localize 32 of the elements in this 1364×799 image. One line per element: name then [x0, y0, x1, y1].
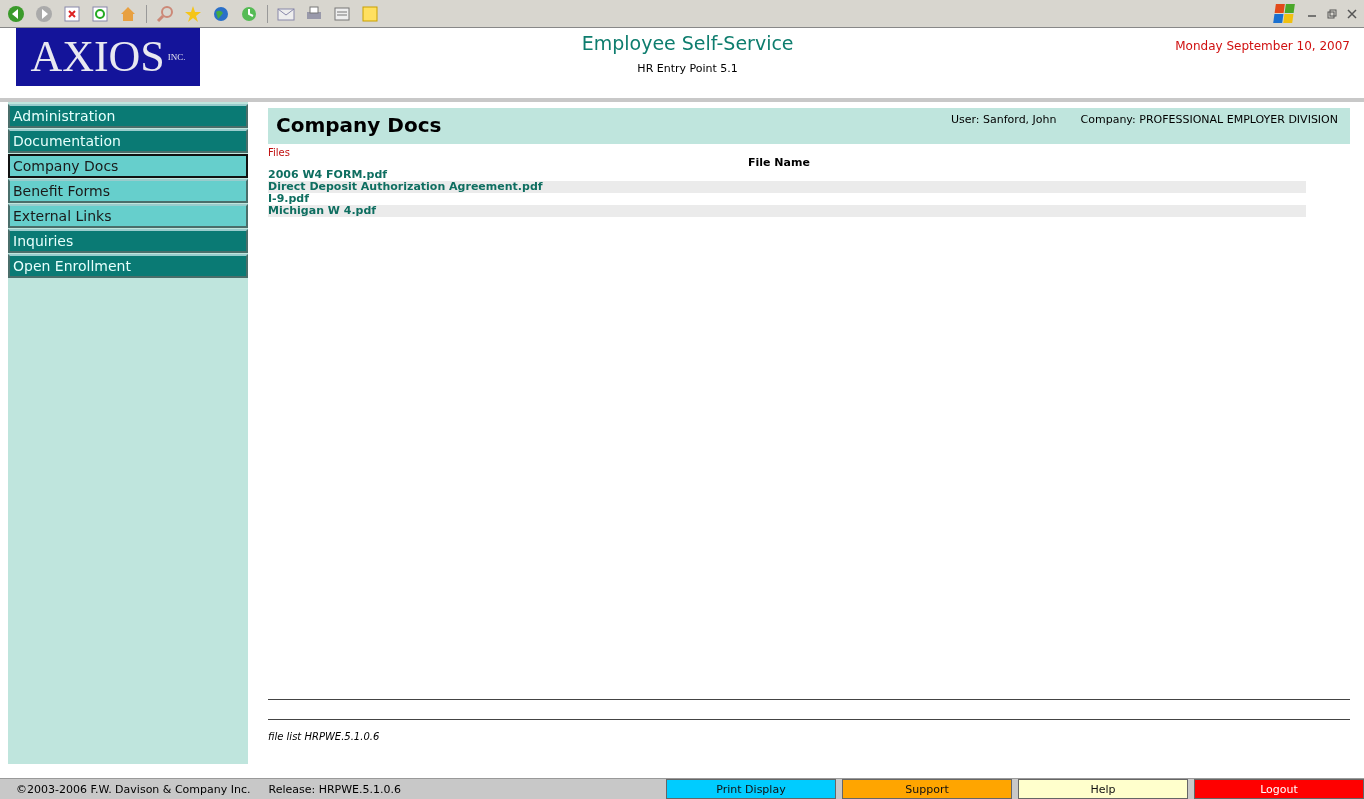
- section-label: Files: [268, 147, 291, 158]
- sidebar-item[interactable]: Inquiries: [8, 229, 248, 253]
- refresh-icon[interactable]: [90, 3, 110, 24]
- restore-icon[interactable]: [1326, 7, 1338, 20]
- footer-button[interactable]: Support: [842, 779, 1012, 799]
- app-subtitle: HR Entry Point 5.1: [637, 62, 738, 75]
- sidebar-item[interactable]: Administration: [8, 104, 248, 128]
- sidebar-item[interactable]: Benefit Forms: [8, 179, 248, 203]
- file-link[interactable]: I-9.pdf: [268, 193, 1306, 205]
- company-label: Company: PROFESSIONAL EMPLOYER DIVISION: [1080, 113, 1338, 126]
- app-title: Employee Self-Service: [581, 32, 794, 54]
- sidebar-item[interactable]: Company Docs: [8, 154, 248, 178]
- release-text: Release: HRPWE.5.1.0.6: [268, 782, 402, 796]
- current-date: Monday September 10, 2007: [1175, 39, 1350, 55]
- footer-button[interactable]: Print Display: [666, 779, 836, 799]
- file-link[interactable]: Direct Deposit Authorization Agreement.pdf: [268, 181, 1306, 193]
- file-link[interactable]: 2006 W4 FORM.pdf: [268, 169, 1306, 181]
- footer-button[interactable]: Logout: [1194, 779, 1364, 799]
- copyright-text: ©2003-2006 F.W. Davison & Company Inc.: [16, 782, 251, 796]
- windows-logo-icon: [1270, 2, 1298, 25]
- footer-button[interactable]: Help: [1018, 779, 1188, 799]
- sidebar-item[interactable]: Documentation: [8, 129, 248, 153]
- search-icon[interactable]: [155, 3, 175, 24]
- column-header: File Name: [748, 156, 811, 169]
- footnote: file list HRPWE.5.1.0.6: [268, 731, 381, 742]
- close-icon[interactable]: [1346, 7, 1358, 20]
- user-label: User: Sanford, John: [950, 113, 1057, 126]
- file-link[interactable]: Michigan W 4.pdf: [268, 205, 1306, 217]
- page-title: Company Docs: [276, 113, 443, 137]
- sidebar-item[interactable]: External Links: [8, 204, 248, 228]
- close-icon[interactable]: [62, 3, 82, 24]
- sidebar-item[interactable]: Open Enrollment: [8, 254, 248, 278]
